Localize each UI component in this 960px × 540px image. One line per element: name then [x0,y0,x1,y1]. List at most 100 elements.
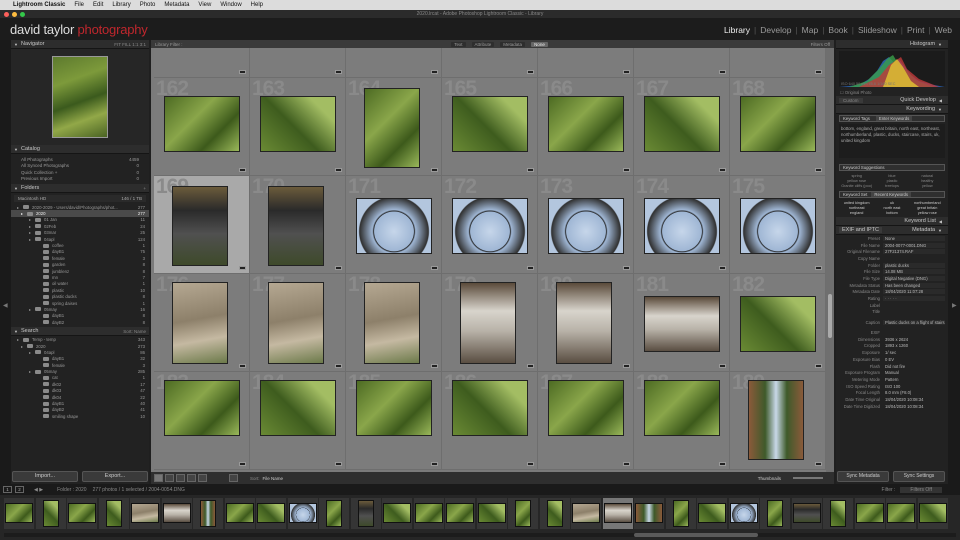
grid-cell[interactable]: 159 [346,48,442,78]
photo-thumbnail[interactable] [268,186,324,266]
grid-cell[interactable]: 187 [538,371,634,470]
photo-thumbnail[interactable] [548,380,624,436]
original-photo-toggle[interactable]: ☐ Original Photo [836,89,948,96]
keyword-suggestion[interactable]: healthy [911,179,944,183]
grid-cell[interactable]: 185 [346,371,442,470]
filmstrip-thumbnail[interactable] [698,503,726,523]
photo-thumbnail[interactable] [644,380,720,436]
photo-thumbnail[interactable] [556,282,612,364]
filmstrip-thumbnail[interactable] [792,503,821,523]
photo-thumbnail[interactable] [356,380,432,436]
menu-photo[interactable]: Photo [140,2,156,8]
filmstrip-folder[interactable]: Folder : 2020 [57,487,86,493]
grid-cell[interactable]: 167 [634,77,730,176]
grid-cell[interactable]: 189 [730,371,826,470]
filmstrip-thumbnail[interactable] [918,503,947,523]
metadata-header[interactable]: EXIF and IPTC Metadata ▼ [836,226,948,235]
keyword-suggestion[interactable]: yellow [911,184,944,188]
filmstrip-cell[interactable] [571,498,601,529]
grid-cell[interactable]: 184 [250,371,346,470]
zoom-window-button[interactable] [20,11,25,17]
keyword-set-item[interactable]: north east [875,206,908,210]
grid-cell[interactable]: 163 [250,77,346,176]
keyword-suggestion[interactable]: blue [875,174,908,178]
keyword-suggestion[interactable]: natural [911,174,944,178]
search-header[interactable]: ▼ Search Sort: Name [11,327,149,337]
people-view-icon[interactable] [198,474,207,482]
thumbnail-size-slider[interactable] [793,477,823,479]
filmstrip-filter[interactable]: Filters Off [900,486,942,493]
filmstrip-thumbnail[interactable] [572,503,600,523]
photo-thumbnail[interactable] [260,380,336,436]
keyword-suggestion[interactable]: Granite cliffs (poo) [840,184,873,188]
grid-cell[interactable]: 165 [442,77,538,176]
menu-edit[interactable]: Edit [93,2,103,8]
filmstrip-cell[interactable] [350,498,381,529]
filmstrip-thumbnail[interactable] [225,503,254,523]
filmstrip-thumbnail[interactable] [383,503,411,523]
menu-metadata[interactable]: Metadata [164,2,189,8]
import-button[interactable]: Import... [12,471,78,482]
keyword-set-item[interactable]: uk [875,201,908,205]
filmstrip-cell[interactable] [886,498,916,529]
filmstrip-thumbnail[interactable] [131,503,159,523]
page-1-button[interactable]: 1 [3,486,12,493]
photo-thumbnail[interactable] [260,96,336,152]
menu-view[interactable]: View [198,2,211,8]
quick-develop-header[interactable]: Custom Quick Develop ◀ [836,96,948,105]
photo-thumbnail[interactable] [452,198,528,254]
grid-cell[interactable]: 171 [346,175,442,274]
grid-view-icon[interactable] [154,474,163,482]
keyword-list-header[interactable]: Keyword List ◀ [836,217,948,226]
disclosure-icon[interactable]: ▸ [29,237,33,242]
photo-thumbnail[interactable] [164,96,240,152]
nav-arrows-icon[interactable]: ◀ ▶ [34,487,43,493]
filmstrip-cell[interactable] [854,498,885,529]
keyword-set-item[interactable]: northumberland [911,201,944,205]
filmstrip-cell[interactable] [539,498,570,529]
loupe-view-icon[interactable] [165,474,174,482]
filmstrip-thumbnail[interactable] [603,503,632,523]
navigator-preview[interactable] [11,49,149,145]
grid-cell[interactable]: 175 [730,175,826,274]
metadata-value[interactable]: · · · · · [883,296,945,302]
sync-settings-button[interactable]: Sync Settings [893,471,945,482]
photo-thumbnail[interactable] [644,198,720,254]
filmstrip-cell[interactable] [508,498,538,529]
filmstrip-thumbnail[interactable] [5,503,33,523]
filmstrip-thumbnail[interactable] [855,503,884,523]
keyword-set-dropdown[interactable]: Keyword Set Recent Keywords [839,191,945,198]
histogram-header[interactable]: Histogram ▼ [836,40,948,49]
filmstrip-thumbnail[interactable] [288,503,317,523]
grid-cell[interactable]: 176 [154,273,250,372]
filmstrip-cell[interactable] [161,498,192,529]
module-slideshow[interactable]: Slideshow [854,25,901,35]
grid-cell[interactable]: 166 [538,77,634,176]
photo-thumbnail[interactable] [740,296,816,352]
painter-icon[interactable] [229,474,238,482]
keyword-set-item[interactable]: yellow rose [911,211,944,215]
grid-cell[interactable]: 172 [442,175,538,274]
filter-attribute[interactable]: Attribute [471,41,495,47]
menu-library[interactable]: Library [112,2,130,8]
keywords-field[interactable]: bottom, england, great britain, north ea… [839,124,945,158]
filmstrip-thumbnail[interactable] [887,503,915,523]
filmstrip-cell[interactable] [98,498,129,529]
filmstrip-cell[interactable] [602,498,633,529]
filmstrip-cell[interactable] [382,498,412,529]
filmstrip-cell[interactable] [476,498,507,529]
grid-cell[interactable]: 188 [634,371,730,470]
filmstrip-cell[interactable] [67,498,97,529]
metadata-preset[interactable]: None [883,235,945,241]
disclosure-icon[interactable]: ▸ [17,337,21,342]
folder-item[interactable]: smiling shape 10 [11,413,149,419]
grid-cell[interactable]: 183 [154,371,250,470]
metadata-view[interactable]: EXIF and IPTC [839,227,882,233]
module-develop[interactable]: Develop [756,25,795,35]
catalog-header[interactable]: ▼ Catalog [11,145,149,154]
photo-thumbnail[interactable] [740,198,816,254]
filmstrip-thumbnail[interactable] [767,500,783,527]
volume-bar[interactable]: Macintosh HD 146 / 1 TB [14,195,146,202]
menu-help[interactable]: Help [251,2,263,8]
menu-file[interactable]: File [74,2,84,8]
